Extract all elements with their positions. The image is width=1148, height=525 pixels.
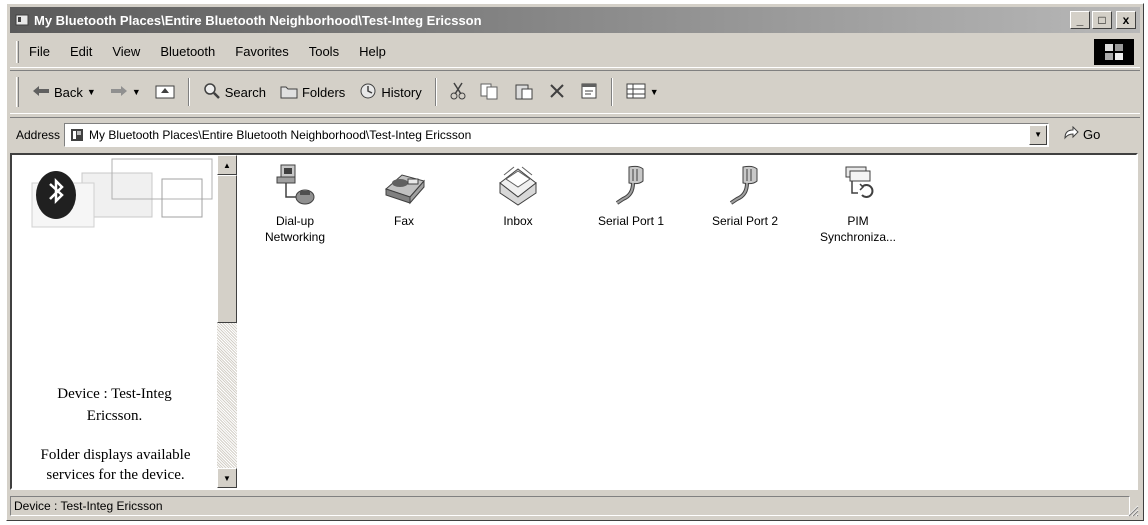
service-fax[interactable]: Fax xyxy=(354,161,454,229)
up-button[interactable] xyxy=(148,77,182,107)
folders-icon xyxy=(280,83,298,102)
service-label: PIM Synchroniza... xyxy=(819,214,897,244)
device-name-text: Device : Test-Integ Ericsson. xyxy=(12,383,217,427)
address-dropdown-icon[interactable]: ▼ xyxy=(1029,124,1048,145)
service-label: Fax xyxy=(393,214,414,228)
delete-x-icon xyxy=(548,82,566,103)
back-label: Back xyxy=(54,84,83,100)
menu-view[interactable]: View xyxy=(102,44,150,59)
views-dropdown-icon[interactable]: ▼ xyxy=(650,87,659,97)
views-button[interactable]: ▼ xyxy=(619,77,666,107)
address-bar: Address My Bluetooth Places\Entire Bluet… xyxy=(10,117,1140,151)
folder-description-line1: Folder displays available xyxy=(40,447,191,463)
scroll-up-icon[interactable]: ▲ xyxy=(217,155,237,175)
folder-description-line2: services for the device. xyxy=(46,467,185,483)
search-icon xyxy=(203,82,221,103)
menu-favorites[interactable]: Favorites xyxy=(225,44,298,59)
copy-icon xyxy=(480,82,500,103)
title-bar[interactable]: My Bluetooth Places\Entire Bluetooth Nei… xyxy=(10,7,1140,33)
service-label: Serial Port 2 xyxy=(711,214,779,228)
content-area: Device : Test-Integ Ericsson. Folder dis… xyxy=(10,153,1138,490)
service-label: Dial-up Networking xyxy=(264,214,326,244)
service-label: Serial Port 1 xyxy=(597,214,665,228)
status-bar: Device : Test-Integ Ericsson xyxy=(10,494,1140,518)
service-label: Inbox xyxy=(503,214,533,228)
service-dialup-networking[interactable]: Dial-up Networking xyxy=(245,161,345,245)
copy-to-button[interactable] xyxy=(473,77,507,107)
maximize-button[interactable]: □ xyxy=(1092,11,1112,29)
properties-button[interactable] xyxy=(573,77,605,107)
service-serial-port-1[interactable]: Serial Port 1 xyxy=(581,161,681,229)
delete-button[interactable] xyxy=(541,77,573,107)
scroll-down-icon[interactable]: ▼ xyxy=(217,468,237,488)
menu-file[interactable]: File xyxy=(19,44,60,59)
scrollbar-thumb[interactable] xyxy=(217,175,237,323)
close-button[interactable]: x xyxy=(1116,11,1136,29)
windows-logo-icon xyxy=(1094,39,1134,65)
inbox-icon xyxy=(496,161,540,209)
service-pim-synchronization[interactable]: PIM Synchroniza... xyxy=(808,161,908,245)
address-input[interactable]: My Bluetooth Places\Entire Bluetooth Nei… xyxy=(64,122,1050,147)
explorer-window: My Bluetooth Places\Entire Bluetooth Nei… xyxy=(6,3,1144,521)
service-inbox[interactable]: Inbox xyxy=(468,161,568,229)
menu-edit[interactable]: Edit xyxy=(60,44,102,59)
views-icon xyxy=(626,83,646,102)
fax-icon xyxy=(382,161,426,209)
history-button[interactable]: History xyxy=(352,77,428,107)
search-button[interactable]: Search xyxy=(196,77,273,107)
paste-button[interactable] xyxy=(507,77,541,107)
folders-button[interactable]: Folders xyxy=(273,77,352,107)
info-pane-scrollbar[interactable]: ▲ ▼ xyxy=(217,155,237,488)
paste-icon xyxy=(514,82,534,103)
dialup-networking-icon xyxy=(273,161,317,209)
menu-bluetooth[interactable]: Bluetooth xyxy=(150,44,225,59)
address-value: My Bluetooth Places\Entire Bluetooth Nei… xyxy=(89,127,472,142)
window-title: My Bluetooth Places\Entire Bluetooth Nei… xyxy=(34,12,482,28)
menu-tools[interactable]: Tools xyxy=(299,44,349,59)
minimize-button[interactable]: _ xyxy=(1070,11,1090,29)
toolbar-separator xyxy=(610,78,613,106)
forward-arrow-icon xyxy=(110,84,128,101)
service-serial-port-2[interactable]: Serial Port 2 xyxy=(695,161,795,229)
toolbar-grip[interactable] xyxy=(16,77,19,107)
serial-port-icon xyxy=(609,161,653,209)
services-view: Dial-up Networking Fax Inbox Serial Port… xyxy=(240,155,1136,488)
back-dropdown-icon[interactable]: ▼ xyxy=(87,87,96,97)
go-arrow-icon xyxy=(1063,125,1079,143)
device-name-line2: Ericsson. xyxy=(86,408,143,424)
status-text: Device : Test-Integ Ericsson xyxy=(10,496,1130,516)
standard-toolbar: Back ▼ ▼ Search Folders History ▼ xyxy=(10,70,1140,114)
caption-buttons: _ □ x xyxy=(1070,11,1136,29)
back-button[interactable]: Back ▼ xyxy=(25,77,103,107)
menu-help[interactable]: Help xyxy=(349,44,396,59)
go-button[interactable]: Go xyxy=(1063,125,1101,143)
device-name-line1: Device : Test-Integ xyxy=(57,386,172,402)
pim-sync-icon xyxy=(836,161,880,209)
history-label: History xyxy=(381,84,422,100)
history-icon xyxy=(359,82,377,103)
resize-grip-icon[interactable] xyxy=(1125,503,1139,517)
folders-label: Folders xyxy=(301,84,346,100)
forward-button[interactable]: ▼ xyxy=(103,77,148,107)
move-to-button[interactable] xyxy=(443,77,473,107)
bluetooth-banner-icon xyxy=(12,155,217,235)
scissors-icon xyxy=(450,82,466,103)
menu-bar: File Edit View Bluetooth Favorites Tools… xyxy=(10,36,1140,68)
address-label: Address xyxy=(16,127,61,142)
serial-port-icon xyxy=(723,161,767,209)
up-folder-icon xyxy=(155,83,175,102)
toolbar-separator xyxy=(187,78,190,106)
go-label: Go xyxy=(1083,127,1101,142)
folder-description-text: Folder displays available services for t… xyxy=(14,445,217,485)
toolbar-separator xyxy=(434,78,437,106)
search-label: Search xyxy=(224,84,266,100)
forward-dropdown-icon[interactable]: ▼ xyxy=(132,87,141,97)
properties-icon xyxy=(580,82,598,103)
info-pane: Device : Test-Integ Ericsson. Folder dis… xyxy=(12,155,217,488)
back-arrow-icon xyxy=(32,84,50,101)
bluetooth-device-icon xyxy=(69,127,85,143)
window-icon xyxy=(14,12,30,28)
